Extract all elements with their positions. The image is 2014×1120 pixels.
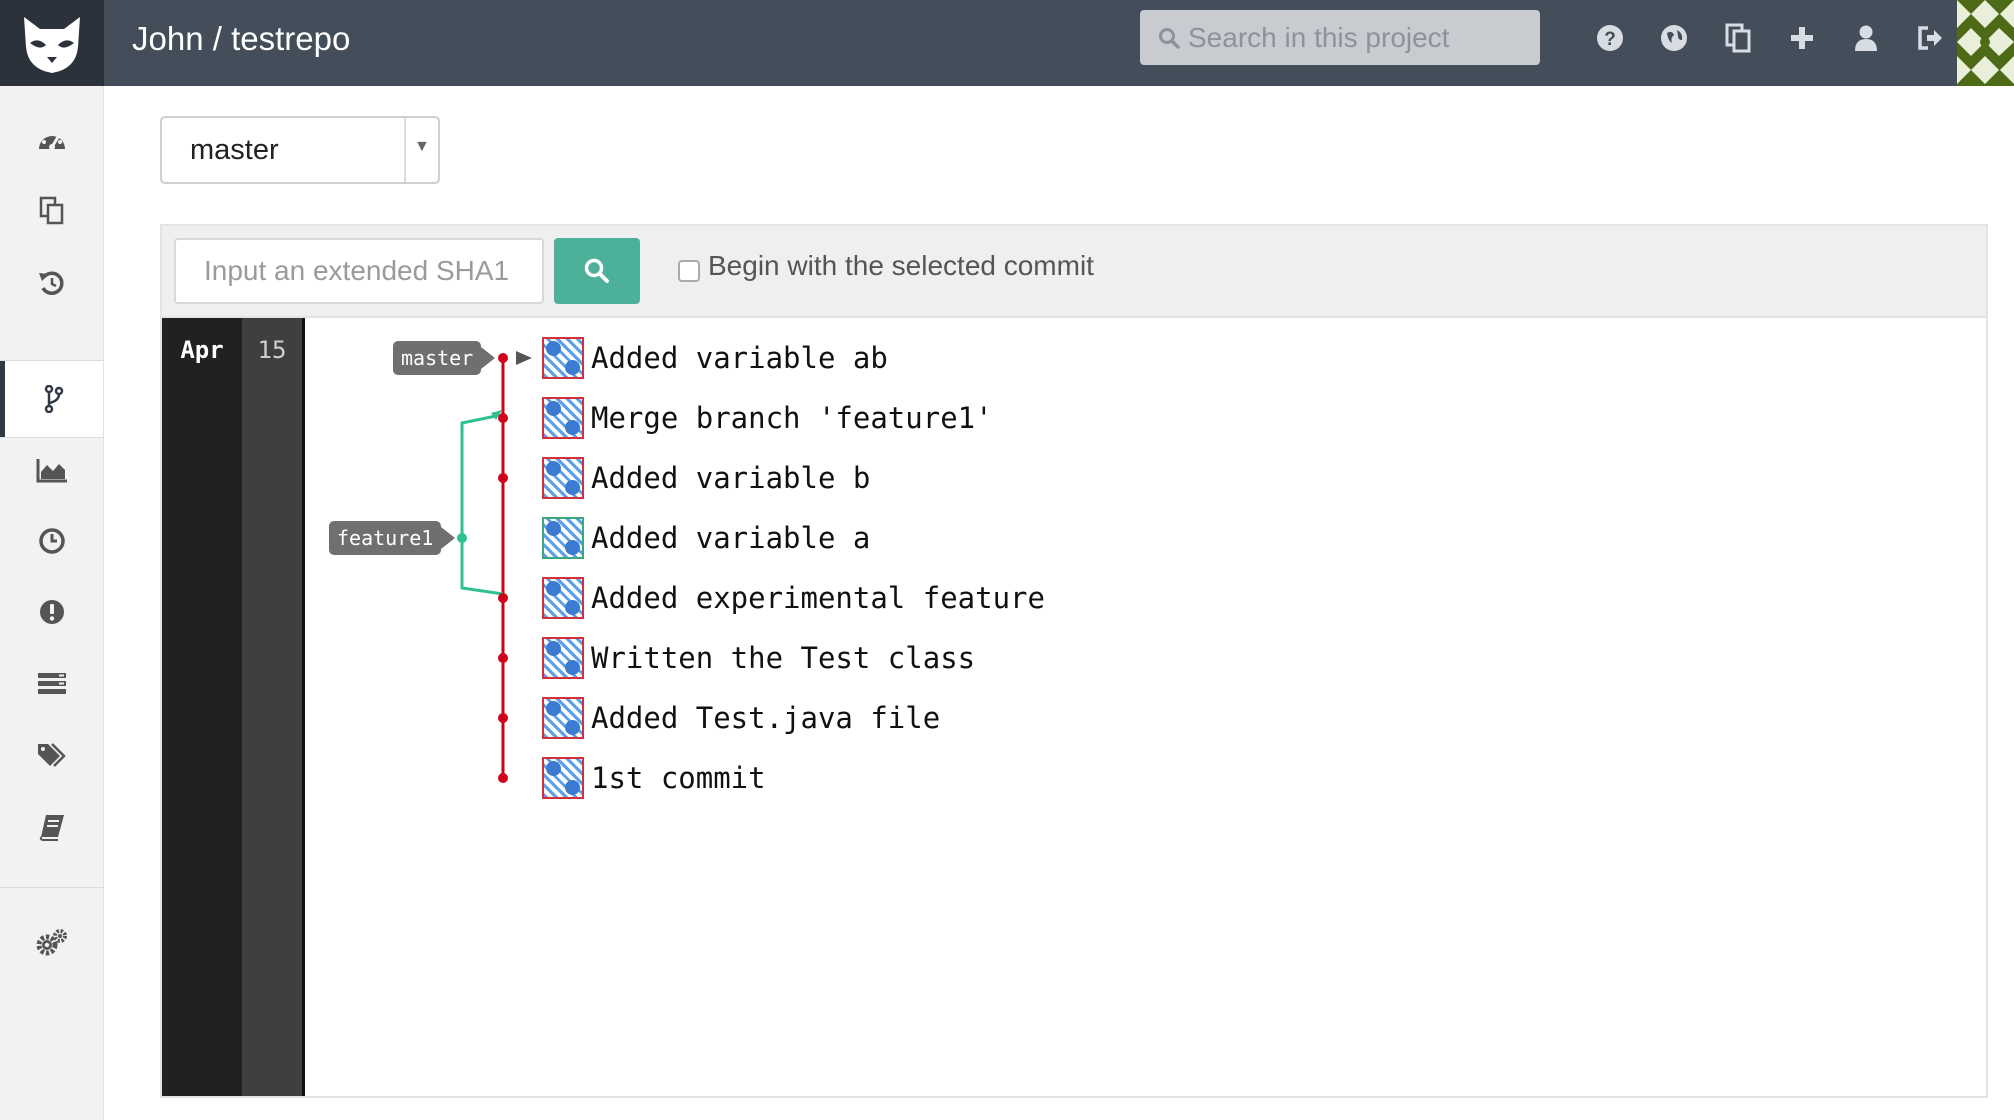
commit-row[interactable]: 1st commit	[542, 754, 766, 802]
commit-author-avatar	[542, 397, 584, 439]
user-icon[interactable]	[1834, 20, 1898, 56]
head-pointer-icon	[516, 351, 532, 365]
app-logo[interactable]	[0, 0, 104, 86]
help-icon[interactable]: ?	[1578, 20, 1642, 56]
project-sidebar	[0, 86, 104, 1120]
commit-row[interactable]: Added variable b	[542, 454, 870, 502]
history-icon	[38, 271, 64, 295]
commit-author-avatar	[542, 457, 584, 499]
issues-icon	[39, 600, 64, 624]
sidebar-item-milestones[interactable]	[0, 506, 103, 576]
commit-row[interactable]: Written the Test class	[542, 634, 975, 682]
commit-row[interactable]: Merge branch 'feature1'	[542, 394, 993, 442]
sidebar-item-tags[interactable]	[0, 720, 103, 790]
cat-logo-icon	[24, 17, 80, 73]
sidebar-item-files[interactable]	[0, 176, 103, 246]
commit-message: Written the Test class	[591, 641, 976, 675]
logout-icon[interactable]	[1898, 20, 1962, 56]
network-graph-panel: Input an extended SHA1 Begin with the se…	[160, 224, 1988, 1098]
sidebar-item-network[interactable]	[0, 361, 103, 437]
commit-message: Added Test.java file	[591, 701, 941, 735]
files-icon	[39, 196, 63, 225]
search-icon	[1159, 27, 1180, 49]
commit-message: Added variable ab	[591, 341, 888, 375]
commit-author-avatar	[542, 757, 584, 799]
commit-node[interactable]	[457, 533, 467, 543]
commit-row[interactable]: Added experimental feature	[542, 574, 1045, 622]
commit-message: Merge branch 'feature1'	[591, 401, 993, 435]
snippets-icon[interactable]	[1706, 20, 1770, 56]
commit-node[interactable]	[498, 353, 508, 363]
commit-message: Added variable b	[591, 461, 871, 495]
sidebar-divider	[0, 887, 103, 888]
commit-author-avatar	[542, 577, 584, 619]
master-ref-tag[interactable]: master	[393, 341, 496, 375]
commit-row[interactable]: Added variable a	[542, 514, 870, 562]
sidebar-item-history[interactable]	[0, 248, 103, 318]
commit-author-avatar	[542, 517, 584, 559]
user-avatar[interactable]	[1957, 0, 2014, 86]
feature1-ref-tag[interactable]: feature1	[329, 521, 456, 555]
commit-author-avatar	[542, 697, 584, 739]
commit-node[interactable]	[498, 413, 508, 423]
commit-row[interactable]: Added variable ab	[542, 334, 888, 382]
commit-node[interactable]	[498, 773, 508, 783]
commit-author-avatar	[542, 337, 584, 379]
commit-message: Added variable a	[591, 521, 871, 555]
wiki-icon	[39, 815, 64, 841]
sidebar-item-issues[interactable]	[0, 577, 103, 647]
project-breadcrumb[interactable]: John / testrepo	[132, 0, 350, 78]
branch-select[interactable]: master ▼	[160, 116, 440, 184]
svg-text:?: ?	[1604, 29, 1616, 50]
graphs-icon	[36, 459, 67, 483]
tags-icon	[37, 743, 66, 767]
top-navbar: John / testrepo Search in this project ?	[0, 0, 2014, 86]
settings-icon	[36, 929, 67, 956]
commit-message: 1st commit	[591, 761, 766, 795]
globe-icon[interactable]	[1642, 20, 1706, 56]
sidebar-item-wiki[interactable]	[0, 792, 103, 862]
commit-row[interactable]: Added Test.java file	[542, 694, 940, 742]
top-icon-bar: ?	[1578, 20, 1962, 56]
merge-requests-icon	[37, 673, 66, 694]
commit-node[interactable]	[498, 593, 508, 603]
select-divider	[404, 118, 406, 182]
plus-icon[interactable]	[1770, 20, 1834, 56]
milestones-icon	[38, 528, 65, 554]
branch-select-value: master	[190, 134, 279, 166]
commit-author-avatar	[542, 637, 584, 679]
commit-message: Added experimental feature	[591, 581, 1045, 615]
commit-node[interactable]	[498, 713, 508, 723]
commit-node[interactable]	[498, 653, 508, 663]
begin-with-selected-label[interactable]: Begin with the selected commit	[708, 250, 1094, 282]
search-placeholder: Search in this project	[1188, 21, 1450, 53]
project-search[interactable]: Search in this project	[1140, 10, 1540, 65]
feature-branch-line	[460, 414, 504, 596]
network-icon	[44, 385, 64, 413]
dashboard-icon	[38, 133, 65, 150]
identicon-image	[1957, 0, 2014, 86]
sidebar-item-dashboard[interactable]	[0, 105, 103, 175]
commit-node[interactable]	[498, 473, 508, 483]
chevron-down-icon: ▼	[414, 138, 430, 155]
sidebar-item-graphs[interactable]	[0, 435, 103, 505]
sidebar-item-settings[interactable]	[0, 908, 103, 978]
sidebar-item-merge-requests[interactable]	[0, 648, 103, 718]
